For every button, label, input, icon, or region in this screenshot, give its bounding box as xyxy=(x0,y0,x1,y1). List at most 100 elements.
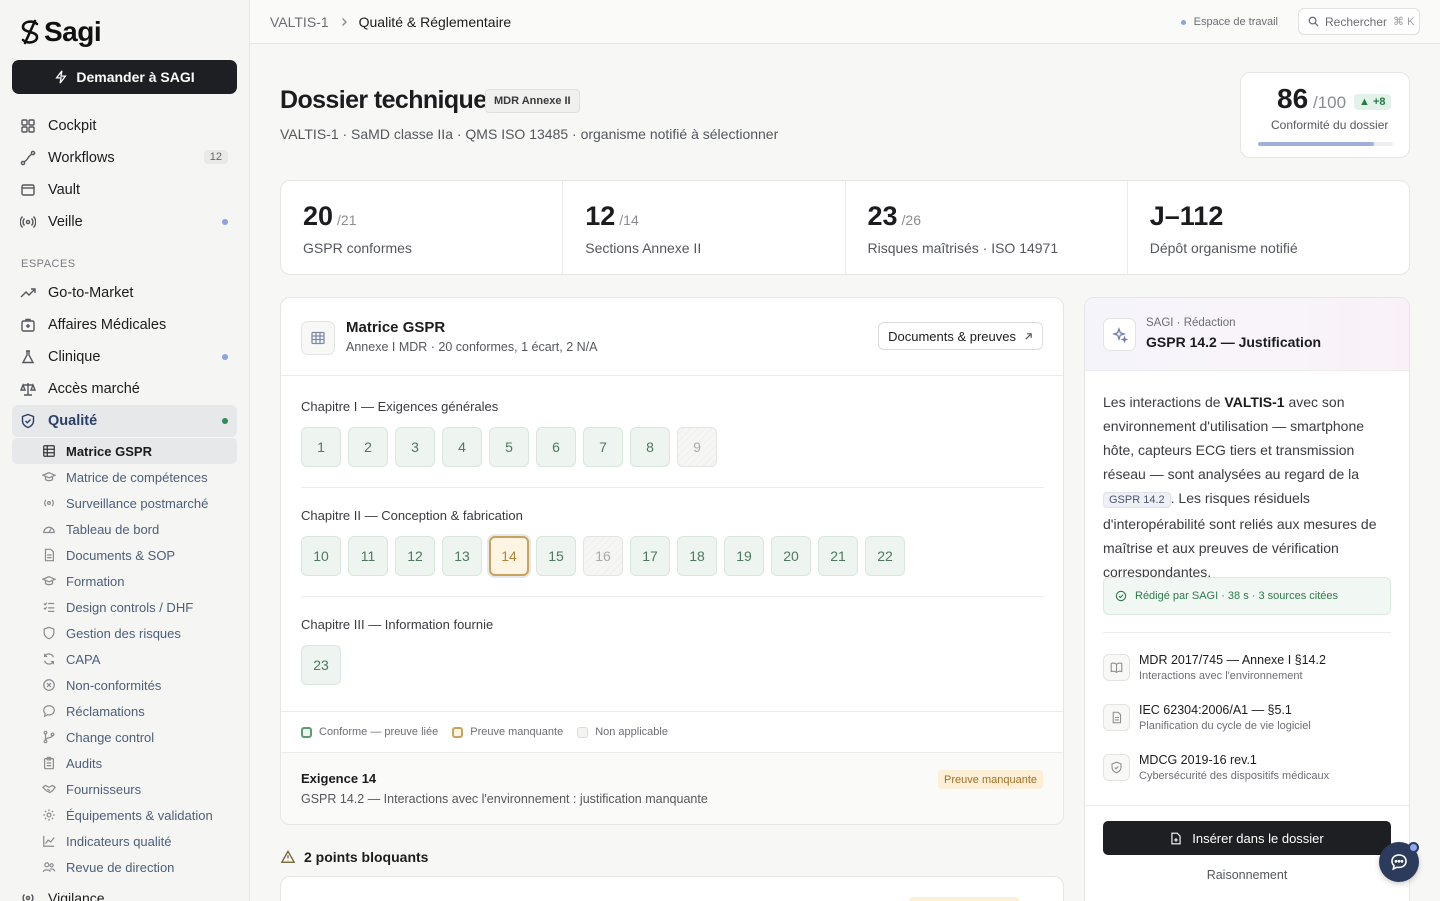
compliance-progress-bar xyxy=(1258,142,1393,146)
gspr-tile-19[interactable]: 19 xyxy=(724,536,764,576)
nav-item-clinique[interactable]: Clinique xyxy=(12,341,237,373)
gspr-tile-23[interactable]: 23 xyxy=(301,645,341,685)
blocker-badge xyxy=(909,897,1019,901)
nav-item-affaires-medicales[interactable]: Affaires Médicales xyxy=(12,309,237,341)
search-shortcut: ⌘ K xyxy=(1393,16,1415,28)
search-button[interactable]: Rechercher ⌘ K xyxy=(1298,8,1420,35)
nav-item-vigilance[interactable]: Vigilance xyxy=(20,890,105,901)
gspr-tile-22[interactable]: 22 xyxy=(865,536,905,576)
nav-item-veille[interactable]: Veille xyxy=(12,206,237,238)
nav-item-cockpit[interactable]: Cockpit xyxy=(12,110,237,142)
matrix-title: Matrice GSPR xyxy=(346,319,446,336)
subnav-item-formation[interactable]: Formation xyxy=(12,568,237,594)
subnav-label: Revue de direction xyxy=(66,859,175,875)
graduation-cap-icon xyxy=(42,471,56,482)
nav-label: Veille xyxy=(48,214,83,230)
chevron-right-icon xyxy=(341,18,347,26)
selected-requirement[interactable]: Exigence 14 GSPR 14.2 — Interactions ave… xyxy=(281,753,1063,824)
gspr-tile-16[interactable]: 16 xyxy=(583,536,623,576)
gspr-tile-8[interactable]: 8 xyxy=(630,427,670,467)
nav-item-qualite[interactable]: Qualité xyxy=(12,405,237,437)
gspr-tile-17[interactable]: 17 xyxy=(630,536,670,576)
gspr-tile-4[interactable]: 4 xyxy=(442,427,482,467)
kpi-deadline: J–112 Dépôt organisme notifié xyxy=(1128,181,1409,274)
subnav-item-indicateurs-qualite[interactable]: Indicateurs qualité xyxy=(12,828,237,854)
breadcrumb-item-project[interactable]: VALTIS-1 xyxy=(270,14,329,30)
nav-item-workflows[interactable]: Workflows 12 xyxy=(12,142,237,174)
gspr-tile-13[interactable]: 13 xyxy=(442,536,482,576)
workflows-count-badge: 12 xyxy=(203,150,228,164)
subnav-item-surveillance-postmarche[interactable]: Surveillance postmarché xyxy=(12,490,237,516)
flask-icon xyxy=(21,350,35,364)
nav-label: Workflows xyxy=(48,150,115,166)
gspr-tile-7[interactable]: 7 xyxy=(583,427,623,467)
legend-item-conforme: Conforme — preuve liée xyxy=(301,726,438,738)
subnav-item-audits[interactable]: Audits xyxy=(12,750,237,776)
subnav-label: Non-conformités xyxy=(66,677,162,693)
gspr-tile-11[interactable]: 11 xyxy=(348,536,388,576)
spaces-nav: Go-to-Market Affaires Médicales Clinique… xyxy=(12,277,237,437)
subnav-item-gestion-risques[interactable]: Gestion des risques xyxy=(12,620,237,646)
subnav-item-matrice-gspr[interactable]: Matrice GSPR xyxy=(12,438,237,464)
workspace-switcher[interactable]: Espace de travail xyxy=(1180,16,1278,28)
source-item[interactable]: MDCG 2019-16 rev.1 Cybersécurité des dis… xyxy=(1103,753,1391,785)
ask-sagi-button[interactable]: Demander à SAGI xyxy=(12,60,237,94)
gspr-tile-2[interactable]: 2 xyxy=(348,427,388,467)
blockers-heading: 2 points bloquants xyxy=(281,849,428,865)
legend-item-manquante: Preuve manquante xyxy=(452,726,563,738)
subnav-item-change-control[interactable]: Change control xyxy=(12,724,237,750)
gspr-tile-14[interactable]: 14 xyxy=(489,536,529,576)
gspr-tile-6[interactable]: 6 xyxy=(536,427,576,467)
gspr-tile-10[interactable]: 10 xyxy=(301,536,341,576)
table-icon xyxy=(43,445,55,457)
kpi-denominator: /21 xyxy=(337,212,357,228)
gspr-tile-9[interactable]: 9 xyxy=(677,427,717,467)
ai-draft-text[interactable]: Les interactions de VALTIS-1 avec son en… xyxy=(1103,390,1395,584)
reasoning-link[interactable]: Raisonnement xyxy=(1085,868,1409,882)
insert-into-dossier-button[interactable]: Insérer dans le dossier xyxy=(1103,821,1391,855)
subnav-item-matrice-competences[interactable]: Matrice de compétences xyxy=(12,464,237,490)
kpi-value: 12 xyxy=(585,201,616,231)
blockers-label: 2 points bloquants xyxy=(304,849,429,865)
document-icon xyxy=(1103,704,1130,731)
subnav-item-revue-direction[interactable]: Revue de direction xyxy=(12,854,237,880)
gspr-tile-20[interactable]: 20 xyxy=(771,536,811,576)
chat-bubble-icon xyxy=(1391,854,1407,871)
brand-name: Sagi xyxy=(44,16,102,47)
chat-launcher-button[interactable] xyxy=(1379,842,1419,882)
subnav-item-reclamations[interactable]: Réclamations xyxy=(12,698,237,724)
subnav-item-capa[interactable]: CAPA xyxy=(12,646,237,672)
nav-item-vault[interactable]: Vault xyxy=(12,174,237,206)
subnav-item-fournisseurs[interactable]: Fournisseurs xyxy=(12,776,237,802)
subnav-item-documents-sop[interactable]: Documents & SOP xyxy=(12,542,237,568)
gspr-tile-1[interactable]: 1 xyxy=(301,427,341,467)
gspr-tile-12[interactable]: 12 xyxy=(395,536,435,576)
subnav-item-equipements-validation[interactable]: Équipements & validation xyxy=(12,802,237,828)
logo[interactable]: Sagi xyxy=(18,16,102,48)
draft-status-banner: Rédigé par SAGI · 38 s · 3 sources citée… xyxy=(1103,577,1391,615)
ask-sagi-label: Demander à SAGI xyxy=(76,69,195,85)
gspr-tile-5[interactable]: 5 xyxy=(489,427,529,467)
gspr-tile-21[interactable]: 21 xyxy=(818,536,858,576)
documents-evidence-label: Documents & preuves xyxy=(888,328,1016,344)
nav-item-acces-marche[interactable]: Accès marché xyxy=(12,373,237,405)
source-item[interactable]: MDR 2017/745 — Annexe I §14.2 Interactio… xyxy=(1103,653,1391,685)
subnav-item-non-conformites[interactable]: Non-conformités xyxy=(12,672,237,698)
nav-item-go-to-market[interactable]: Go-to-Market xyxy=(12,277,237,309)
subnav-item-design-controls[interactable]: Design controls / DHF xyxy=(12,594,237,620)
source-title: MDCG 2019-16 rev.1 xyxy=(1139,753,1257,767)
radar-icon xyxy=(44,499,54,507)
subnav-item-tableau-de-bord[interactable]: Tableau de bord xyxy=(12,516,237,542)
source-item[interactable]: IEC 62304:2006/A1 — §5.1 Planification d… xyxy=(1103,703,1391,735)
documents-evidence-button[interactable]: Documents & preuves xyxy=(878,322,1043,350)
grid-icon xyxy=(21,119,35,133)
gspr-tile-18[interactable]: 18 xyxy=(677,536,717,576)
vault-icon xyxy=(21,184,35,196)
gspr-tile-3[interactable]: 3 xyxy=(395,427,435,467)
gspr-tile-15[interactable]: 15 xyxy=(536,536,576,576)
gear-icon xyxy=(43,809,55,821)
kpi-value: 23 xyxy=(867,201,898,231)
nav-label: Cockpit xyxy=(48,118,97,134)
breadcrumb-item-current: Qualité & Réglementaire xyxy=(358,14,512,30)
chapter-title: Chapitre III — Information fournie xyxy=(301,617,494,632)
